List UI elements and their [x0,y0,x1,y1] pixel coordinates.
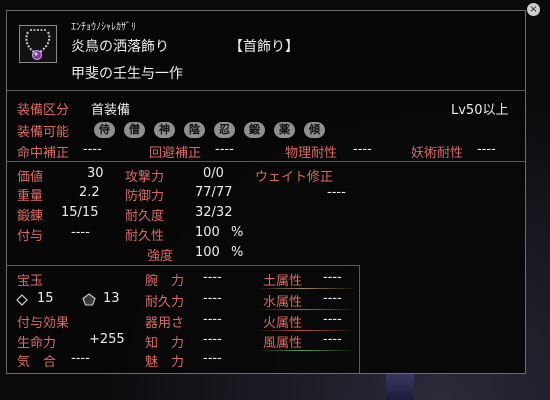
job-badge: 侍 [94,122,115,138]
divider [7,90,525,91]
item-tooltip-panel: ｴﾝﾁｮｳﾉｼｬﾚｶｻﾞﾘ 炎鳥の洒落飾り 【首飾り】 甲斐の壬生与一作 装備区… [6,10,526,374]
hit-bonus-value: ---- [83,142,102,157]
price-label: 価値 [17,170,44,185]
divider [359,265,360,373]
strength-value: 100 [195,245,220,260]
attack-value: 0/0 [203,166,224,181]
job-badge: 陰 [184,122,205,138]
attribute-value: ---- [203,312,222,327]
diamond-gem-icon [16,294,28,306]
level-requirement: Lv50以上 [451,103,509,118]
defense-value: 77/77 [195,185,233,200]
attribute-label: 耐久力 [145,295,185,310]
life-value: +255 [89,332,125,347]
attribute-value: ---- [203,270,222,285]
defense-label: 防御力 [125,189,165,204]
pentagon-gem-count: 13 [103,291,120,306]
item-furigana: ｴﾝﾁｮｳﾉｼｬﾚｶｻﾞﾘ [71,22,136,33]
attribute-value: ---- [203,332,222,347]
close-icon[interactable]: × [527,3,540,16]
equip-class-value: 首装備 [91,103,131,118]
job-badge: 神 [154,122,175,138]
element-value: ---- [323,270,342,285]
usable-label: 装備可能 [17,125,70,140]
weight-fix-label: ウェイト修正 [255,170,334,185]
durability-value: 32/32 [195,205,233,220]
weight-fix-value: ---- [327,185,346,200]
attribute-value: ---- [203,291,222,306]
element-label: 水属性 [263,295,303,310]
pentagon-gem-icon [82,293,96,306]
endure-value: 100 [195,225,220,240]
element-value: ---- [323,332,342,347]
equip-class-label: 装備区分 [17,103,70,118]
diamond-gem-count: 15 [37,291,54,306]
strength-percent: % [231,245,244,260]
phys-resist-label: 物理耐性 [285,146,338,161]
earth-underline [257,288,357,289]
magic-resist-label: 妖術耐性 [411,146,464,161]
divider [7,265,359,266]
weight-label: 重量 [17,189,44,204]
weight-value: 2.2 [79,185,100,200]
evade-bonus-value: ---- [215,142,234,157]
character-figure [386,372,414,400]
ki-label: 気 合 [17,355,57,370]
forge-label: 鍛錬 [17,209,44,224]
gem-label: 宝玉 [17,274,44,289]
attack-label: 攻撃力 [125,170,165,185]
price-value: 30 [87,166,104,181]
job-badge: 鍛 [244,122,265,138]
job-badge: 僧 [124,122,145,138]
enchant-effect-label: 付与効果 [17,316,70,331]
enchant-value: ---- [71,225,90,240]
element-value: ---- [323,312,342,327]
element-label: 土属性 [263,274,303,289]
hit-bonus-label: 命中補正 [17,146,70,161]
divider [7,161,525,162]
item-icon-frame [19,25,57,63]
necklace-icon [25,29,51,60]
element-label: 火属性 [263,316,303,331]
water-underline [257,309,357,310]
job-badge: 傾 [304,122,325,138]
attribute-label: 器用さ [145,316,185,331]
magic-resist-value: ---- [477,142,496,157]
phys-resist-value: ---- [353,142,372,157]
wind-underline [257,350,357,351]
item-maker: 甲斐の壬生与一作 [71,66,183,82]
element-value: ---- [323,291,342,306]
forge-value: 15/15 [61,205,99,220]
attribute-label: 魅 力 [145,355,185,370]
enchant-label: 付与 [17,229,44,244]
item-slot-tag: 【首飾り】 [229,39,299,55]
life-label: 生命力 [17,336,57,351]
attribute-label: 知 力 [145,336,185,351]
item-name: 炎鳥の洒落飾り [71,39,169,55]
fire-underline [257,330,357,331]
job-badge: 薬 [274,122,295,138]
ki-value: ---- [71,351,90,366]
strength-label: 強度 [147,249,174,264]
element-label: 風属性 [263,336,303,351]
endure-label: 耐久性 [125,229,165,244]
endure-percent: % [231,225,244,240]
durability-label: 耐久度 [125,209,165,224]
evade-bonus-label: 回避補正 [149,146,202,161]
attribute-label: 腕 力 [145,274,185,289]
attribute-value: ---- [203,351,222,366]
job-badge: 忍 [214,122,235,138]
